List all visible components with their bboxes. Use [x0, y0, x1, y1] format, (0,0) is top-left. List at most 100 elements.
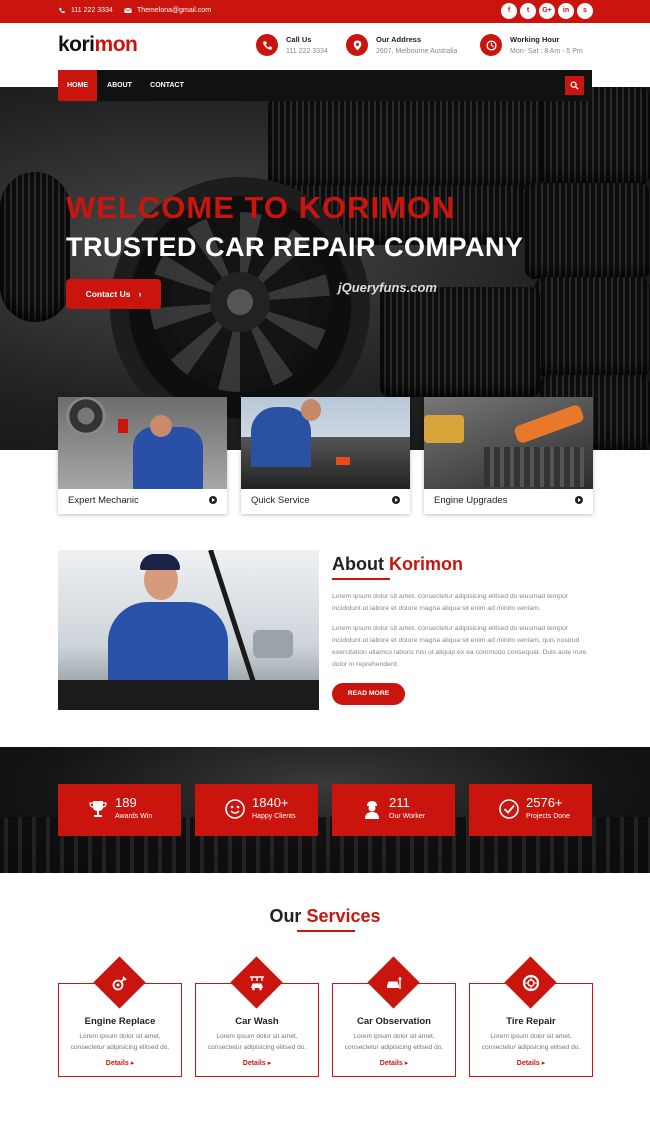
counter-number: 211 [389, 795, 410, 810]
about-paragraph-1: Lorem ipsum dolor sit amet, consectetur … [332, 593, 569, 612]
about-title-part2: Korimon [389, 554, 463, 574]
contact-us-button[interactable]: Contact Us › [66, 279, 161, 309]
about-paragraph-2: Lorem ipsum dolor sit amet, consectetur … [332, 625, 587, 668]
service-title: Engine Replace [84, 1016, 156, 1027]
counter-number: 189 [115, 795, 137, 810]
hero-title-primary: WELCOME TO KORIMON [66, 190, 456, 225]
services-title: Our Services [0, 906, 650, 927]
hero-watermark: jQueryfuns.com [338, 280, 437, 295]
service-details-link[interactable]: Details ▸ [59, 1059, 181, 1067]
service-description: Lorem ipsum dolor sit amet, consectetur … [344, 1033, 444, 1051]
topbar-email-text: Themelona@gmail.com [137, 7, 212, 14]
skype-icon[interactable]: s [577, 3, 593, 19]
details-label: Details [242, 1060, 266, 1067]
phone-icon [256, 34, 278, 56]
service-description: Lorem ipsum dolor sit amet, consectetur … [70, 1033, 170, 1051]
site-logo[interactable]: korimon [58, 33, 138, 57]
hero-section [0, 87, 650, 450]
header-address-value: 2607, Melbourne Australia [376, 48, 458, 55]
feature-card-engine-upgrades[interactable]: Engine Upgrades [424, 397, 593, 514]
feature-card-quick-service[interactable]: Quick Service [241, 397, 410, 514]
caret-right-icon: ▸ [130, 1060, 135, 1067]
service-details-link[interactable]: Details ▸ [333, 1059, 455, 1067]
linkedin-icon[interactable]: in [558, 3, 574, 19]
contact-us-label: Contact Us [85, 289, 131, 299]
counter-label: Our Worker [389, 813, 426, 820]
logo-part2: mon [94, 33, 138, 56]
nav-home[interactable]: HOME [58, 70, 97, 101]
facebook-icon[interactable]: f [501, 3, 517, 19]
read-more-button[interactable]: READ MORE [332, 683, 405, 705]
caret-right-icon: ▸ [404, 1060, 409, 1067]
nav-about[interactable]: ABOUT [97, 70, 142, 101]
topbar-email[interactable]: Themelona@gmail.com [124, 7, 211, 14]
clock-icon [480, 34, 502, 56]
service-details-link[interactable]: Details ▸ [196, 1059, 318, 1067]
feature-card-mechanic[interactable]: Expert Mechanic [58, 397, 227, 514]
counter-label: Awards Win [115, 813, 153, 820]
car-wash-icon [243, 969, 270, 996]
counter-clients: 1840+ Happy Clients [195, 784, 318, 836]
services-title-part2: Services [306, 906, 381, 926]
nav-contact[interactable]: CONTACT [142, 70, 192, 101]
counter-label: Projects Done [526, 813, 570, 820]
arrow-right-icon[interactable] [209, 496, 217, 504]
caret-right-icon: ▸ [267, 1060, 272, 1067]
search-button[interactable] [565, 76, 584, 95]
feature-label: Expert Mechanic [68, 495, 139, 506]
about-title: About Korimon [332, 554, 463, 575]
about-image [58, 550, 319, 710]
feature-label: Quick Service [251, 495, 310, 506]
trophy-icon [89, 801, 107, 817]
service-description: Lorem ipsum dolor sit amet, consectetur … [207, 1033, 307, 1051]
phone-icon [59, 7, 65, 14]
services-title-part1: Our [269, 906, 302, 926]
hero-title-secondary: TRUSTED CAR REPAIR COMPANY [66, 232, 524, 262]
feature-label: Engine Upgrades [434, 495, 508, 506]
header-hours-value: Mon- Sat : 8 Am - 5 Pm [510, 48, 583, 55]
counter-number: 1840+ [252, 795, 289, 810]
header-address-title: Our Address [376, 35, 422, 44]
topbar-phone[interactable]: 111 222 3334 [58, 7, 113, 14]
twitter-icon[interactable]: t [520, 3, 536, 19]
engine-image [424, 397, 593, 489]
location-icon [346, 34, 368, 56]
counter-awards: 189 Awards Win [58, 784, 181, 836]
counter-workers: 211 Our Worker [332, 784, 455, 836]
counter-number: 2576+ [526, 795, 563, 810]
car-observation-icon [380, 969, 407, 996]
header-address: Our Address 2607, Melbourne Australia [346, 34, 457, 56]
arrow-right-icon[interactable] [392, 496, 400, 504]
header-hours-title: Working Hour [510, 35, 560, 44]
header-hours: Working Hour Mon- Sat : 8 Am - 5 Pm [480, 34, 583, 56]
topbar-phone-text: 111 222 3334 [71, 7, 113, 14]
service-details-link[interactable]: Details ▸ [470, 1059, 592, 1067]
top-bar: 111 222 3334 Themelona@gmail.com f t G+ … [0, 0, 650, 23]
arrow-right-icon[interactable] [575, 496, 583, 504]
details-label: Details [379, 1060, 403, 1067]
about-title-part1: About [332, 554, 384, 574]
header-call-title: Call Us [286, 35, 312, 44]
counter-label: Happy Clients [252, 813, 296, 820]
header-call: Call Us 111 222 3334 [256, 34, 328, 56]
mail-icon [124, 7, 132, 13]
chevron-right-icon: › [138, 289, 142, 299]
header-call-value: 111 222 3334 [286, 48, 328, 55]
smiley-icon [225, 799, 245, 819]
service-title: Tire Repair [506, 1016, 556, 1027]
counter-projects: 2576+ Projects Done [469, 784, 592, 836]
service-title: Car Observation [357, 1016, 431, 1027]
about-title-underline [332, 578, 390, 580]
caret-right-icon: ▸ [541, 1060, 546, 1067]
details-label: Details [516, 1060, 540, 1067]
social-links: f t G+ in s [501, 3, 593, 19]
google-plus-icon[interactable]: G+ [539, 3, 555, 19]
details-label: Details [105, 1060, 129, 1067]
quick-service-image [241, 397, 410, 489]
main-nav: HOME ABOUT CONTACT [58, 70, 592, 101]
tire-icon [517, 969, 544, 996]
logo-part1: kori [58, 33, 95, 56]
mechanic-image [58, 397, 227, 489]
search-icon [570, 81, 579, 90]
services-title-underline [297, 930, 355, 932]
